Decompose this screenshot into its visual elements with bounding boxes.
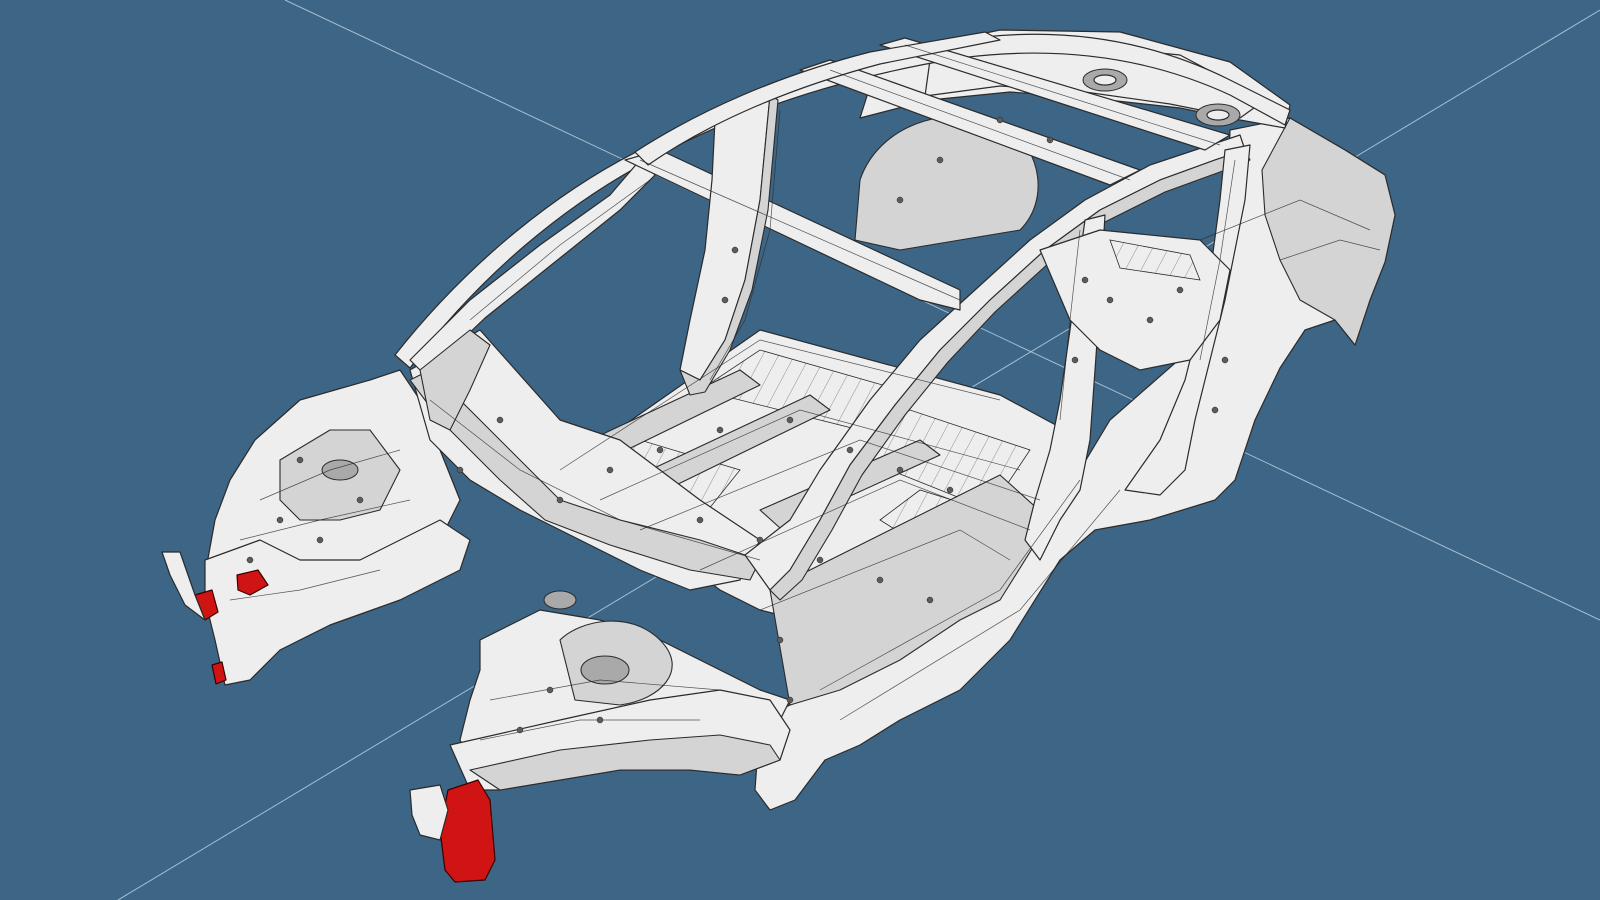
strut-hole-left (321, 459, 359, 481)
front-bumper-bracket-right[interactable] (439, 779, 496, 883)
3d-viewport[interactable] (0, 0, 1600, 900)
speaker-center-left (1093, 74, 1117, 86)
front-wheel-hole (580, 655, 630, 685)
strut-hole-right (543, 590, 577, 610)
speaker-center-right (1206, 109, 1230, 121)
3d-scene[interactable] (0, 0, 1600, 900)
